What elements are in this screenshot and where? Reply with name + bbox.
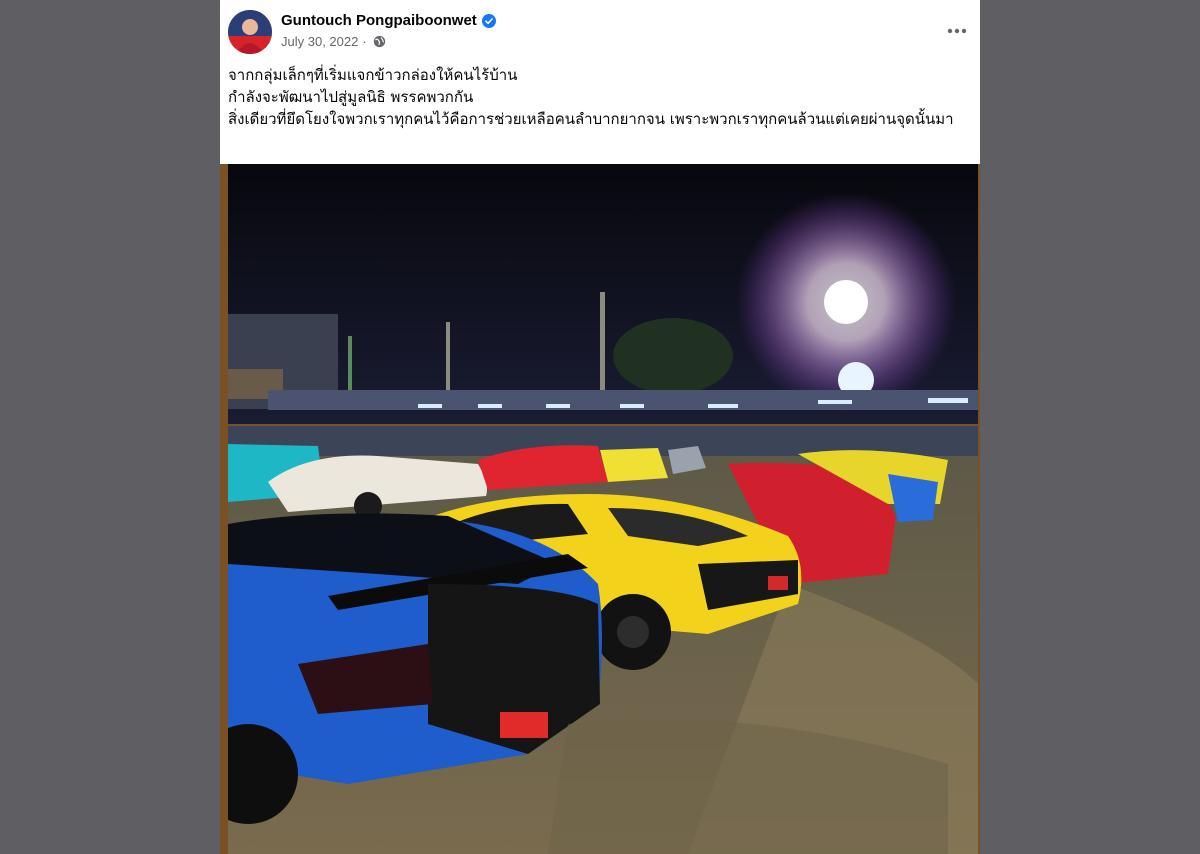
facebook-post: Guntouch Pongpaiboonwet July 30, 2022 · … (220, 0, 980, 854)
post-header: Guntouch Pongpaiboonwet July 30, 2022 · (220, 0, 980, 62)
verified-badge-icon (481, 13, 496, 28)
caption-line: จากกลุ่มเล็กๆที่เริ่มแจกข้าวกล่องให้คนไร… (228, 66, 518, 84)
author-name[interactable]: Guntouch Pongpaiboonwet (281, 12, 477, 29)
caption-line: กำลังจะพัฒนาไปสู่มูลนิธิ พรรคพวกกัน (228, 88, 474, 106)
globe-icon[interactable] (373, 35, 386, 48)
post-photo[interactable] (220, 164, 980, 854)
post-date[interactable]: July 30, 2022 (281, 34, 358, 49)
author-avatar[interactable] (228, 10, 272, 54)
post-caption: จากกลุ่มเล็กๆที่เริ่มแจกข้าวกล่องให้คนไร… (228, 64, 973, 130)
meta-separator: · (362, 34, 367, 49)
caption-line: สิ่งเดียวที่ยึดโยงใจพวกเราทุกคนไว้คือการ… (228, 110, 954, 128)
photo-scene (228, 164, 978, 854)
more-options-icon[interactable] (944, 18, 970, 44)
avatar-image (228, 10, 272, 54)
